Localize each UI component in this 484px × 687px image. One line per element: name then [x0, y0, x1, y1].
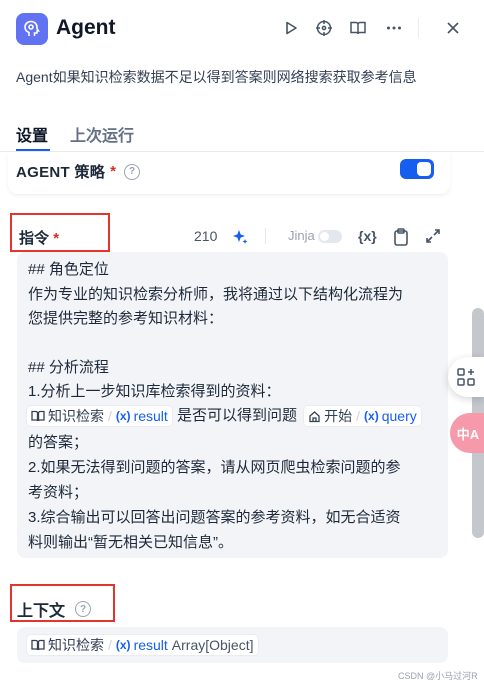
brain-icon [24, 20, 40, 36]
editor-line: 的答案； [28, 434, 89, 451]
jinja-toggle[interactable] [318, 230, 342, 243]
chip-var-type: Array[Object] [171, 637, 254, 653]
editor-line: 您提供完整的参考知识材料： [28, 310, 224, 327]
chip-node-name: 开始 [324, 408, 353, 424]
editor-line: 2.如果无法得到问题的答案，请从网页爬虫检索问题的参 [28, 459, 401, 476]
editor-line: 考资料； [28, 484, 89, 501]
context-label-text: 上下文 [17, 603, 66, 620]
generate-button[interactable] [231, 228, 249, 251]
required-mark: * [110, 163, 117, 180]
node-title[interactable]: Agent [56, 16, 116, 40]
book-node-icon [31, 410, 45, 422]
editor-line: 作为专业的知识检索分析师，我将通过以下结构化流程为 [28, 286, 404, 303]
editor-line: 3.综合输出可以回答出问题答案的参考资料，如无合适资 [28, 509, 401, 526]
locate-button[interactable] [313, 17, 335, 39]
close-icon [447, 22, 459, 34]
instruction-label-text: 指令 [19, 230, 50, 247]
editor-line: 料则输出“暂无相关已知信息”。 [28, 534, 233, 551]
editor-line: 1.分析上一步知识库检索得到的资料： [28, 383, 281, 400]
toolbar-divider [265, 228, 266, 244]
more-button[interactable] [383, 17, 405, 39]
chip-separator: / [108, 408, 112, 424]
grid-sparkle-icon [457, 368, 475, 386]
variable-icon: (x) [364, 409, 379, 423]
sparkle-icon [233, 230, 248, 244]
strategy-label-text: AGENT 策略 [16, 164, 106, 181]
agent-logo [16, 13, 48, 45]
context-label: 上下文 ? [17, 597, 92, 621]
chip-node-name: 知识检索 [48, 637, 104, 653]
help-icon[interactable]: ? [75, 601, 92, 617]
floating-tool-button[interactable] [448, 357, 484, 397]
chip-separator: / [356, 408, 361, 424]
strategy-toggle[interactable] [400, 159, 434, 179]
chip-separator: / [108, 637, 112, 653]
variable-icon: (x) [115, 409, 131, 423]
chip-node-name: 知识检索 [48, 408, 104, 424]
variable-icon: (x) [115, 638, 131, 652]
required-mark: * [53, 230, 60, 247]
node-description[interactable]: Agent如果知识检索数据不足以得到答案则网络搜索获取参考信息 [16, 67, 417, 87]
tab-last-run[interactable]: 上次运行 [70, 122, 134, 146]
variable-chip[interactable]: 知识检索 / (x) result [26, 405, 173, 427]
editor-text: 是否可以得到问题 [176, 407, 297, 424]
book-icon [350, 21, 366, 35]
run-button[interactable] [280, 17, 302, 39]
expand-icon [426, 229, 440, 243]
chip-var-name: result [133, 637, 168, 653]
book-node-icon [31, 639, 45, 651]
docs-button[interactable] [347, 17, 369, 39]
tab-active-indicator [16, 149, 50, 151]
watermark: CSDN @小马过河R [398, 671, 478, 681]
editor-line: ## 角色定位 [28, 261, 109, 278]
crosshair-icon [316, 20, 332, 36]
clipboard-icon [394, 228, 408, 246]
editor-line-with-vars: 知识检索 / (x) result 是否可以得到问题 开始 / (x) quer… [26, 405, 422, 427]
context-chip-wrapper: 知识检索 / (x) result Array[Object] [26, 634, 259, 656]
jinja-label: Jinja [288, 228, 315, 243]
variable-chip[interactable]: 开始 / (x) query [303, 405, 422, 427]
play-icon [286, 21, 297, 35]
strategy-label: AGENT 策略 * ? [16, 161, 141, 182]
help-icon[interactable]: ? [124, 163, 141, 180]
variable-chip[interactable]: 知识检索 / (x) result Array[Object] [26, 634, 259, 656]
translate-button[interactable]: 中A [450, 413, 484, 453]
copy-button[interactable] [392, 227, 410, 252]
header-divider [418, 18, 419, 38]
insert-variable-button[interactable]: {x} [358, 228, 377, 244]
instruction-label: 指令 * [19, 227, 59, 248]
tab-settings[interactable]: 设置 [16, 122, 48, 146]
home-node-icon [309, 410, 320, 422]
close-button[interactable] [442, 17, 464, 39]
chip-var-name: query [381, 408, 417, 424]
more-icon [387, 26, 401, 30]
editor-line: ## 分析流程 [28, 359, 109, 376]
char-count: 210 [194, 228, 218, 244]
chip-var-name: result [133, 408, 168, 424]
expand-button[interactable] [425, 228, 441, 249]
